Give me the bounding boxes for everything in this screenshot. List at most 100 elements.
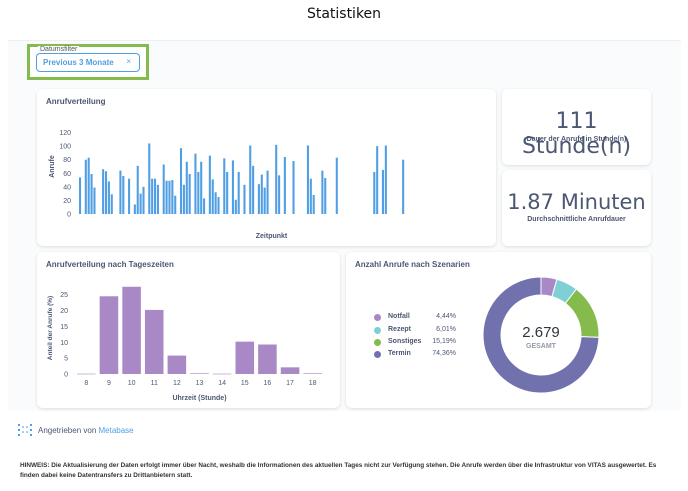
time-of-day-chart: 0 5 10 15 20 25 8 9 10 11 12 13 14 15 16 17 18 Anteil der… [47,286,322,402]
legend-item[interactable]: Termin 74,36% [374,350,456,360]
data-bar[interactable] [167,355,187,374]
data-bar[interactable] [263,187,266,214]
y-tick-label: 40 [63,184,71,191]
data-bar[interactable] [208,155,211,214]
legend-item[interactable]: Sonstiges 15,19% [374,338,456,348]
data-bar[interactable] [203,198,206,214]
data-bar[interactable] [197,171,200,214]
data-bar[interactable] [211,179,214,214]
date-filter-select[interactable]: Previous 3 Monate × [36,53,140,72]
legend-dot [374,339,381,346]
data-bar[interactable] [214,192,217,214]
data-bar[interactable] [266,170,269,214]
data-bar[interactable] [194,153,197,214]
data-bar[interactable] [212,373,232,375]
data-bar[interactable] [223,158,226,214]
data-bar[interactable] [162,164,165,214]
legend-dot [374,327,381,334]
x-axis-label: Uhrzeit (Stunde) [172,395,226,402]
metabase-link[interactable]: Metabase [99,426,134,435]
footer: Angetrieben von Metabase [8,411,681,449]
data-bar[interactable] [87,157,90,214]
powered-by-prefix: Angetrieben von [38,426,97,435]
data-bar[interactable] [283,157,286,214]
data-bar[interactable] [200,161,203,214]
data-bar[interactable] [280,367,300,374]
data-bar[interactable] [156,184,159,214]
data-bar[interactable] [179,148,183,214]
data-bar[interactable] [252,165,255,214]
data-bar[interactable] [217,197,220,214]
data-bar[interactable] [128,178,131,214]
data-bar[interactable] [90,173,93,214]
data-bar[interactable] [171,180,174,214]
data-bar[interactable] [122,286,141,374]
data-bar[interactable] [182,184,185,214]
data-bar[interactable] [260,174,263,214]
data-bar[interactable] [185,161,188,214]
data-bar[interactable] [234,199,237,214]
data-bar[interactable] [226,171,229,214]
data-bar[interactable] [122,176,125,214]
data-bar[interactable] [119,170,122,214]
data-bar[interactable] [306,145,309,214]
data-bar[interactable] [335,157,338,214]
data-bar[interactable] [373,171,376,214]
x-tick-label: 15 [241,380,249,387]
data-bar[interactable] [309,178,312,214]
data-bar[interactable] [84,159,87,214]
call-distribution-chart: 0 20 40 60 80 100 120 Anrufe Zeitpunkt [49,130,405,240]
y-tick-label: 20 [63,198,71,205]
data-bar[interactable] [104,171,108,214]
data-bar[interactable] [102,169,105,214]
data-bar[interactable] [381,169,384,214]
data-bar[interactable] [275,144,278,214]
data-bar[interactable] [324,178,327,214]
data-bar[interactable] [188,173,191,214]
clear-filter-icon[interactable]: × [126,57,131,66]
data-bar[interactable] [258,344,277,374]
y-tick-label: 15 [60,324,68,331]
data-bar[interactable] [154,178,157,214]
data-bar[interactable] [303,373,322,374]
data-bar[interactable] [165,180,168,214]
donut-slice[interactable] [564,288,600,338]
data-bar[interactable] [190,373,209,374]
legend-item[interactable]: Notfall 4,44% [374,313,456,323]
y-tick-label: 80 [63,157,71,164]
data-bar[interactable] [174,195,177,214]
data-bar[interactable] [142,186,145,214]
data-bar[interactable] [402,159,405,214]
data-bar[interactable] [231,160,234,214]
data-bar[interactable] [144,309,164,374]
data-bar[interactable] [107,181,110,214]
legend-label: Notfall [388,313,410,320]
data-bar[interactable] [136,165,139,214]
data-bar[interactable] [278,175,281,214]
data-bar[interactable] [292,161,295,214]
data-bar[interactable] [93,187,96,214]
data-bar[interactable] [243,184,246,214]
metabase-logo-icon [18,424,32,436]
x-tick-label: 13 [196,380,204,387]
data-bar[interactable] [139,193,142,214]
data-bar[interactable] [321,170,324,214]
data-bar[interactable] [312,195,315,214]
data-bar[interactable] [133,204,136,215]
legend-item[interactable]: Rezept 6,01% [374,326,456,336]
data-bar[interactable] [168,180,171,214]
data-bar[interactable] [376,146,379,214]
data-bar[interactable] [257,184,260,214]
data-bar[interactable] [235,341,255,374]
data-bar[interactable] [384,145,387,214]
data-bar[interactable] [148,143,151,214]
data-bar[interactable] [79,177,82,214]
legend-label: Sonstiges [388,338,422,345]
data-bar[interactable] [151,178,154,214]
data-bar[interactable] [237,171,240,214]
data-bar[interactable] [77,373,96,375]
data-bar[interactable] [249,145,252,214]
card-title: Anzahl Anrufe nach Szenarien [355,260,470,269]
data-bar[interactable] [99,296,119,374]
data-bar[interactable] [110,194,113,214]
